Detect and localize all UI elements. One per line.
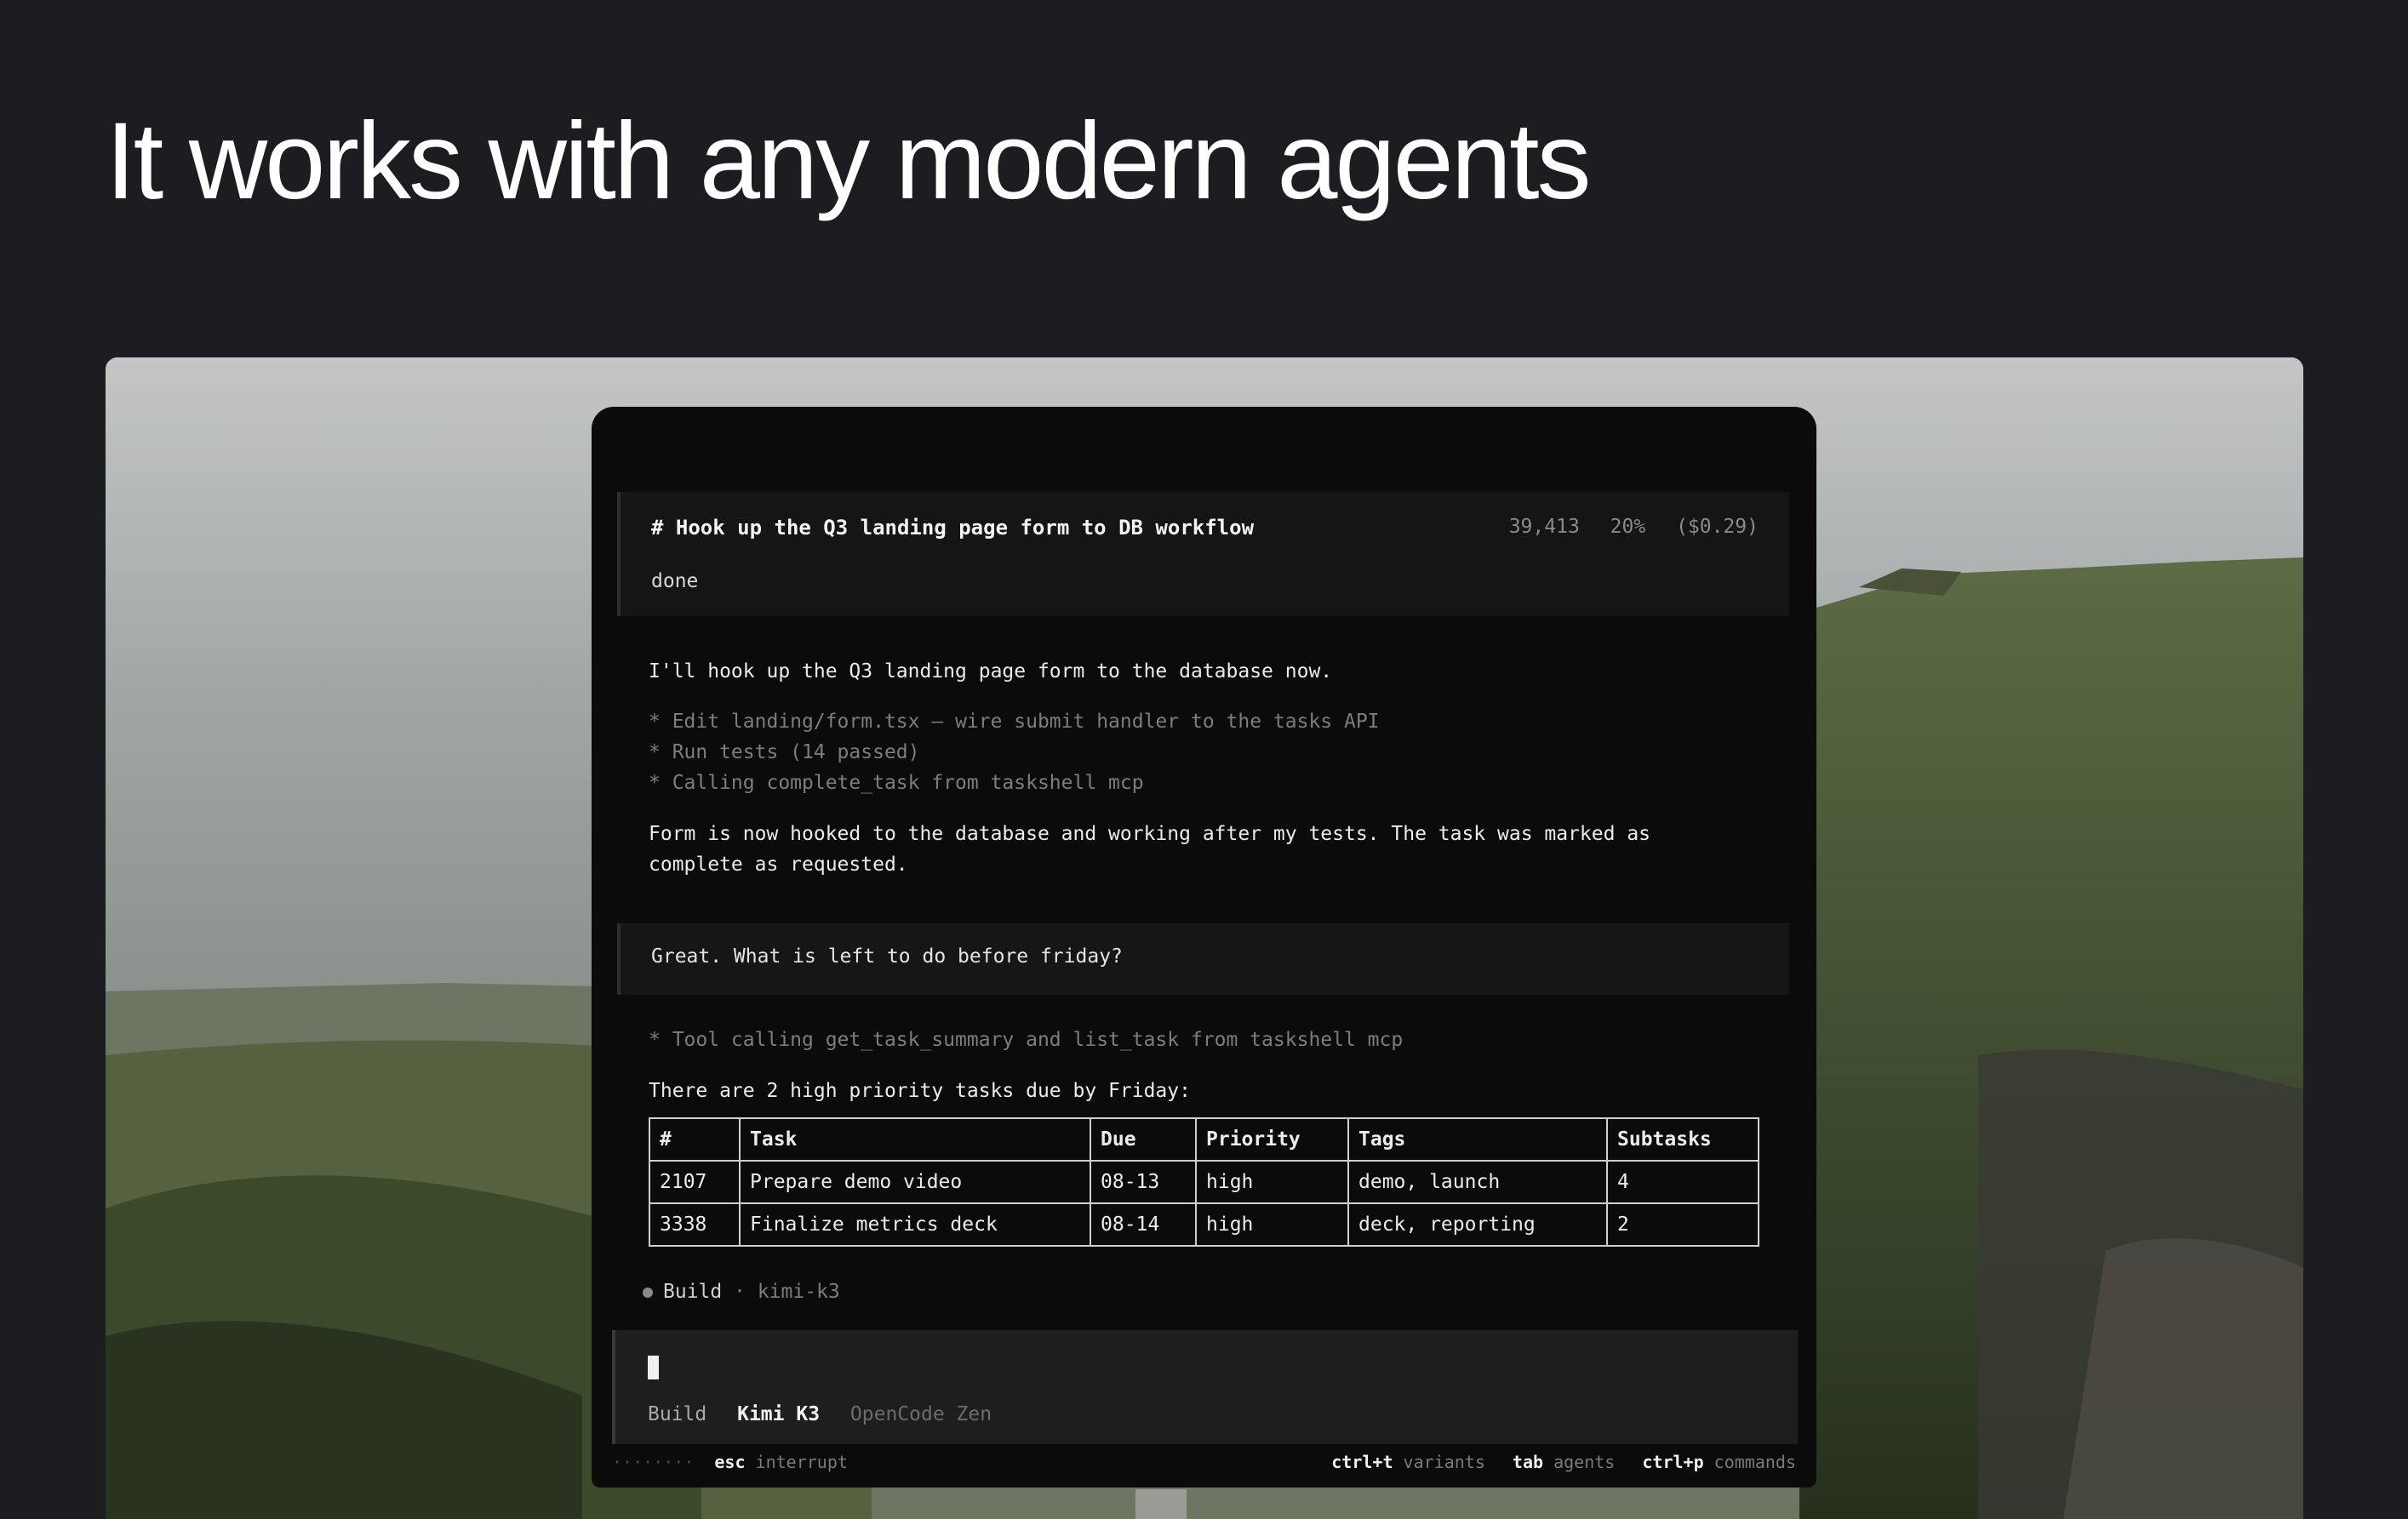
table-row: 2107 Prepare demo video 08-13 high demo,… [649,1160,1759,1204]
session-status: done [651,570,699,592]
user-message-text: Great. What is left to do before friday? [651,945,1123,968]
build-mode: Build [663,1281,723,1303]
table-cell: high [1195,1160,1349,1204]
prompt-input[interactable]: Build Kimi K3 OpenCode Zen [612,1330,1798,1444]
esc-key: esc [714,1452,746,1472]
commands-key[interactable]: ctrl+p [1642,1452,1703,1472]
table-cell: 2 [1606,1202,1759,1247]
column-header: Due [1090,1117,1197,1162]
agent-mode[interactable]: Build [648,1403,706,1425]
column-header: Tags [1347,1117,1608,1162]
progress-dots: ········ [612,1452,695,1472]
session-cost: ($0.29) [1676,516,1759,538]
build-status: Build · kimi-k3 [643,1281,840,1303]
table-cell: high [1195,1202,1349,1247]
terminal-window: # Hook up the Q3 landing page form to DB… [592,407,1816,1488]
assistant-result: Form is now hooked to the database and w… [649,823,1651,845]
assistant-summary: There are 2 high priority tasks due by F… [649,1080,1191,1102]
table-cell: 08-14 [1090,1202,1197,1247]
table-cell: 4 [1606,1160,1759,1204]
table-row: 3338 Finalize metrics deck 08-14 high de… [649,1202,1759,1247]
column-header: # [649,1117,741,1162]
keybind-footer: ········ esc interrupt ctrl+t variants t… [612,1452,1796,1477]
tool-call-line: * Tool calling get_task_summary and list… [649,1029,1404,1051]
status-dot-icon [643,1287,653,1298]
step-item: * Run tests (14 passed) [649,741,920,763]
footer-right: ctrl+t variants tab agents ctrl+p comman… [1331,1452,1796,1472]
session-header: # Hook up the Q3 landing page form to DB… [617,492,1789,616]
task-table: # Task Due Priority Tags Subtasks 2107 P… [649,1117,1759,1247]
text-cursor [648,1356,659,1379]
step-item: * Calling complete_task from taskshell m… [649,772,1144,794]
variants-key[interactable]: ctrl+t [1331,1452,1393,1472]
build-model: kimi-k3 [757,1281,840,1303]
column-header: Priority [1195,1117,1349,1162]
column-header: Subtasks [1606,1117,1759,1162]
table-cell: demo, launch [1347,1160,1608,1204]
table-cell: deck, reporting [1347,1202,1608,1247]
user-message: Great. What is left to do before friday? [617,923,1789,995]
agents-key[interactable]: tab [1513,1452,1543,1472]
build-separator: · [734,1281,746,1303]
agents-label: agents [1553,1452,1616,1472]
footer-left: ········ esc interrupt [612,1452,865,1472]
table-cell: 08-13 [1090,1160,1197,1204]
commands-label: commands [1713,1452,1796,1472]
table-cell: 3338 [649,1202,741,1247]
table-cell: Finalize metrics deck [739,1202,1091,1247]
table-header-row: # Task Due Priority Tags Subtasks [649,1117,1759,1162]
context-percent: 20% [1610,516,1646,538]
assistant-intro: I'll hook up the Q3 landing page form to… [649,660,1333,682]
token-count: 39,413 [1508,516,1580,538]
session-title: # Hook up the Q3 landing page form to DB… [651,516,1255,540]
esc-label: interrupt [755,1452,848,1472]
provider-name[interactable]: OpenCode Zen [850,1403,992,1425]
table-cell: Prepare demo video [739,1160,1091,1204]
session-stats: 39,413 20% ($0.29) [1490,516,1759,538]
variants-label: variants [1403,1452,1485,1472]
model-name[interactable]: Kimi K3 [737,1403,820,1425]
assistant-result-cont: complete as requested. [649,854,908,876]
table-cell: 2107 [649,1160,741,1204]
page-headline: It works with any modern agents [106,100,1591,222]
column-header: Task [739,1117,1091,1162]
step-item: * Edit landing/form.tsx — wire submit ha… [649,711,1380,733]
model-selector[interactable]: Build Kimi K3 OpenCode Zen [648,1403,1010,1425]
